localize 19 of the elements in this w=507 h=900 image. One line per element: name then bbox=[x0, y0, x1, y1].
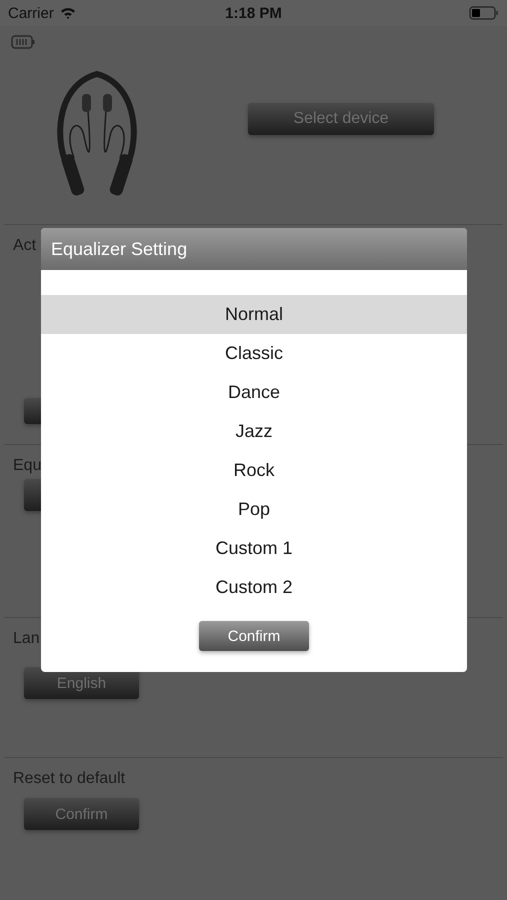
equalizer-option[interactable]: Jazz bbox=[41, 412, 467, 451]
section-label: Act bbox=[13, 237, 36, 255]
section-label: Equ bbox=[13, 457, 42, 475]
dialog-title: Equalizer Setting bbox=[51, 238, 188, 260]
carrier-name: Carrier bbox=[8, 4, 54, 22]
equalizer-option[interactable]: Rock bbox=[41, 451, 467, 490]
section-label: Reset to default bbox=[13, 770, 126, 788]
battery-icon bbox=[11, 35, 35, 49]
equalizer-option[interactable]: Dance bbox=[41, 373, 467, 412]
confirm-button[interactable]: Confirm bbox=[199, 621, 309, 651]
wifi-icon bbox=[60, 7, 76, 19]
equalizer-option[interactable]: Custom 1 bbox=[41, 529, 467, 568]
section-label: Lan bbox=[13, 630, 40, 648]
equalizer-option[interactable]: Custom 2 bbox=[41, 568, 467, 607]
equalizer-option[interactable]: Classic bbox=[41, 334, 467, 373]
equalizer-option[interactable]: Pop bbox=[41, 490, 467, 529]
equalizer-option[interactable]: Normal bbox=[41, 295, 467, 334]
status-time: 1:18 PM bbox=[225, 4, 282, 22]
battery-icon bbox=[469, 6, 499, 20]
